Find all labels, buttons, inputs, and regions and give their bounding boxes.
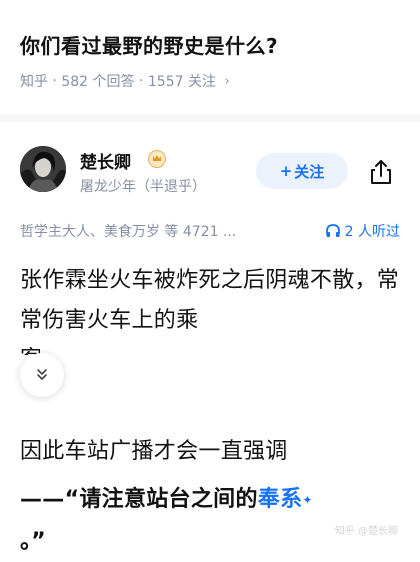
answer-count: 582 个回答: [61, 74, 135, 90]
highlight-link[interactable]: 奉系: [258, 487, 303, 512]
follow-label: 关注: [294, 162, 325, 181]
headphones-icon: [325, 224, 340, 237]
double-chevron-down-icon: [37, 369, 47, 380]
answer-quote: ——“请注意站台之间的奉系✦: [20, 480, 400, 520]
plus-icon: +: [279, 162, 293, 180]
question-title[interactable]: 你们看过最野的野史是什么?: [20, 30, 278, 59]
section-divider: [0, 114, 420, 122]
author-name[interactable]: 楚长卿: [80, 148, 131, 173]
listen-label: 2 人听过: [344, 224, 400, 240]
crown-badge-icon: [148, 150, 166, 168]
expand-button[interactable]: [20, 353, 64, 397]
meta-separator: ·: [138, 73, 144, 89]
share-icon[interactable]: [366, 157, 396, 187]
liked-by[interactable]: 哲学主大人、美食万岁 等 4721 ...: [20, 221, 236, 241]
site-name: 知乎: [20, 74, 48, 90]
follow-button[interactable]: + 关注: [256, 153, 348, 189]
avatar[interactable]: [20, 146, 66, 192]
sparkle-icon: ✦: [302, 493, 313, 507]
quote-text: ——“请注意站台之间的: [20, 487, 258, 512]
answer-paragraph: 张作霖坐火车被炸死之后阴魂不散，常常伤害火车上的乘: [20, 268, 400, 333]
listen-button[interactable]: 2 人听过: [325, 221, 400, 241]
follower-count: 1557 关注: [147, 74, 216, 90]
answer-paragraph: 因此车站广播才会一直强调: [20, 439, 288, 464]
meta-separator: ·: [52, 73, 57, 89]
watermark: 知乎 @楚长卿: [334, 526, 398, 537]
question-meta[interactable]: 知乎 · 582 个回答 · 1557 关注 ›: [20, 71, 230, 91]
avatar-image: [20, 146, 66, 192]
chevron-right-icon: ›: [224, 73, 230, 89]
author-bio: 屠龙少年（半退乎）: [80, 179, 206, 195]
